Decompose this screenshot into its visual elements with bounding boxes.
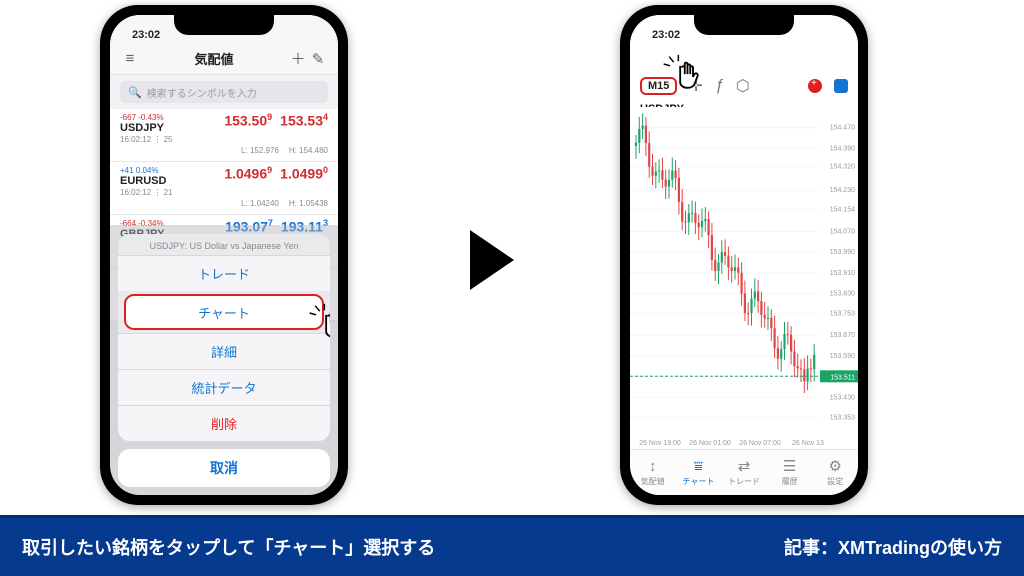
quotes-header: ≡ 気配値 ＋ ✎ <box>110 43 338 75</box>
edit-icon[interactable]: ✎ <box>308 50 328 68</box>
header-title: 気配値 <box>140 49 288 68</box>
phone-notch <box>694 15 794 35</box>
trade-panel-icon[interactable] <box>834 79 848 93</box>
svg-text:26 Nov 07:00: 26 Nov 07:00 <box>739 440 781 447</box>
caption-right: 記事：XMTradingの使い方 <box>784 534 1002 560</box>
action-sheet: USDJPY: US Dollar vs Japanese Yen トレード チ… <box>118 234 330 487</box>
tab-chart[interactable]: ⩸チャート <box>676 450 722 495</box>
svg-text:153.430: 153.430 <box>830 394 855 401</box>
svg-text:154.154: 154.154 <box>830 207 855 214</box>
svg-text:153.670: 153.670 <box>830 332 855 339</box>
svg-text:154.070: 154.070 <box>830 228 855 235</box>
caption-left: 取引したい銘柄をタップして「チャート」選択する <box>22 534 435 560</box>
svg-text:25 Nov 19:00: 25 Nov 19:00 <box>639 440 681 447</box>
svg-text:154.470: 154.470 <box>830 125 855 132</box>
action-sheet-title: USDJPY: US Dollar vs Japanese Yen <box>118 234 330 255</box>
phone-frame-chart: 23:02 M15 ✛ ƒ ⬡ + <box>620 5 868 505</box>
svg-text:26 Nov 13: 26 Nov 13 <box>792 440 824 447</box>
caption-bar: 取引したい銘柄をタップして「チャート」選択する 記事：XMTradingの使い方 <box>0 515 1024 576</box>
tap-cursor-icon <box>660 53 704 97</box>
svg-text:153.590: 153.590 <box>830 353 855 360</box>
status-time: 23:02 <box>652 29 680 41</box>
sheet-opt-delete[interactable]: 削除 <box>118 405 330 441</box>
tab-bar: ↕気配値 ⩸チャート ⇄トレード ☰履歴 ⚙設定 <box>630 449 858 495</box>
svg-text:153.753: 153.753 <box>830 311 855 318</box>
search-placeholder: 検索するシンボルを入力 <box>147 85 257 100</box>
chart-area[interactable]: 154.470 154.390 154.320 154.230 154.154 154.0… <box>630 107 858 449</box>
svg-text:26 Nov 01:00: 26 Nov 01:00 <box>689 440 731 447</box>
menu-icon[interactable]: ≡ <box>120 50 140 67</box>
sheet-opt-trade[interactable]: トレード <box>118 255 330 291</box>
phone-frame-quotes: 23:02 ≡ 気配値 ＋ ✎ 🔍 検索するシンボルを入力 -667 -0.43… <box>100 5 348 505</box>
tap-cursor-icon <box>306 302 330 346</box>
tab-history[interactable]: ☰履歴 <box>767 450 813 495</box>
phone-notch <box>174 15 274 35</box>
search-input[interactable]: 🔍 検索するシンボルを入力 <box>120 81 328 103</box>
tab-quotes[interactable]: ↕気配値 <box>630 450 676 495</box>
sheet-cancel[interactable]: 取消 <box>118 449 330 487</box>
quote-row[interactable]: +41 0.04%EURUSD16:02:12 ⋮ 211.049691.049… <box>110 162 338 215</box>
svg-text:154.230: 154.230 <box>830 187 855 194</box>
sheet-opt-detail[interactable]: 詳細 <box>118 333 330 369</box>
svg-text:154.390: 154.390 <box>830 145 855 152</box>
svg-text:153.990: 153.990 <box>830 249 855 256</box>
svg-text:153.910: 153.910 <box>830 270 855 277</box>
sheet-opt-stats[interactable]: 統計データ <box>118 369 330 405</box>
svg-text:153.353: 153.353 <box>830 414 855 421</box>
tab-settings[interactable]: ⚙設定 <box>812 450 858 495</box>
svg-text:154.320: 154.320 <box>830 164 855 171</box>
add-icon[interactable]: ＋ <box>288 48 308 69</box>
indicator-icon[interactable]: ƒ <box>715 77 724 95</box>
tab-trade[interactable]: ⇄トレード <box>721 450 767 495</box>
sheet-opt-chart[interactable]: チャート <box>124 294 324 330</box>
svg-text:153.511: 153.511 <box>830 374 855 381</box>
search-icon: 🔍 <box>128 86 142 99</box>
svg-text:153.830: 153.830 <box>830 291 855 298</box>
new-order-icon[interactable]: + <box>808 79 822 93</box>
arrow-icon <box>470 230 514 290</box>
status-time: 23:02 <box>132 29 160 41</box>
quote-row[interactable]: -667 -0.43%USDJPY16:02:12 ⋮ 25153.509153… <box>110 109 338 162</box>
objects-icon[interactable]: ⬡ <box>736 76 750 96</box>
